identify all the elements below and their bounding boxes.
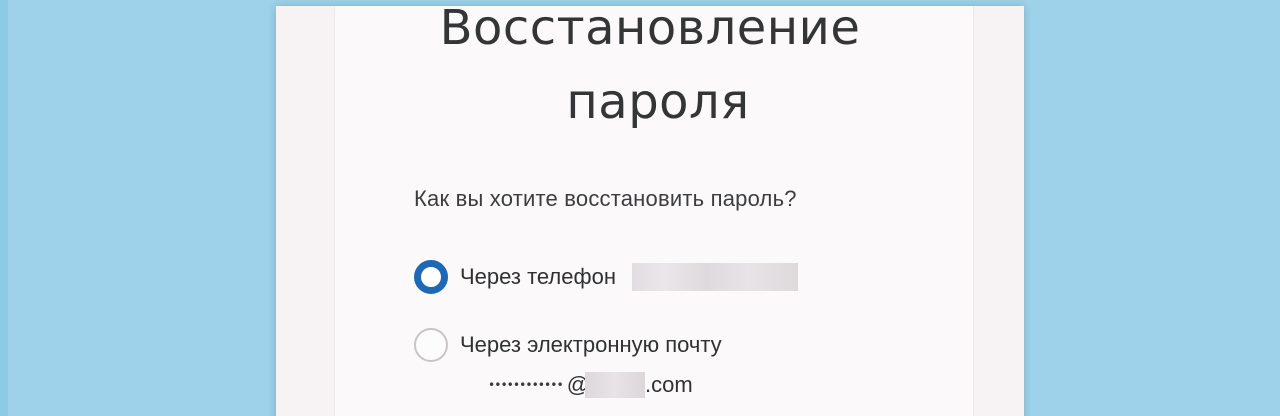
left-edge bbox=[0, 0, 8, 416]
page-title-line2: пароля bbox=[566, 74, 750, 130]
screenshot-stage: Восстановление пароля Как вы хотите восс… bbox=[0, 0, 1280, 416]
recovery-card: Восстановление пароля Как вы хотите восс… bbox=[276, 0, 1024, 416]
page-title-line1: Восстановление bbox=[439, 0, 861, 56]
radio-phone-selected[interactable] bbox=[414, 260, 448, 294]
option-email[interactable]: Через электронную почту bbox=[414, 328, 722, 362]
option-email-label: Через электронную почту bbox=[460, 332, 722, 357]
email-suffix: .com bbox=[645, 372, 693, 397]
recovery-question: Как вы хотите восстановить пароль? bbox=[414, 186, 797, 211]
option-phone-label: Через телефон bbox=[460, 264, 616, 289]
radio-email[interactable] bbox=[414, 328, 448, 362]
redacted-phone-number bbox=[631, 263, 798, 291]
option-phone[interactable]: Через телефон bbox=[414, 260, 798, 294]
masked-email: •••••••••••• @ .com bbox=[488, 372, 693, 398]
redacted-email-domain bbox=[585, 372, 646, 398]
masked-email-local: •••••••••••• bbox=[488, 378, 564, 392]
